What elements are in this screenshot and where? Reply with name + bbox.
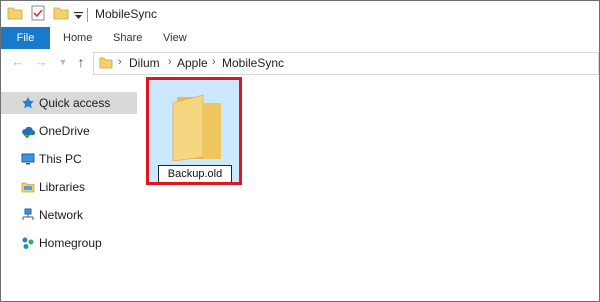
tab-view[interactable]: View <box>163 27 187 49</box>
breadcrumb-dilum[interactable]: Dilum <box>129 56 160 70</box>
explorer-window: MobileSync File Home Share View ← → ▼ ↑ … <box>0 0 600 302</box>
breadcrumb-separator: › <box>212 56 216 68</box>
breadcrumb-mobilesync[interactable]: MobileSync <box>222 56 284 70</box>
address-bar[interactable]: › Dilum › Apple › MobileSync <box>93 52 599 75</box>
folder-icon <box>99 56 113 72</box>
tab-file[interactable]: File <box>1 27 50 49</box>
ribbon-tabs: File Home Share View <box>1 27 599 50</box>
nav-item-network[interactable]: Network <box>1 204 137 226</box>
nav-item-label: OneDrive <box>39 124 90 138</box>
properties-icon[interactable] <box>31 5 45 24</box>
nav-item-label: This PC <box>39 152 82 166</box>
recent-dropdown-icon[interactable]: ▼ <box>56 55 70 69</box>
up-icon[interactable]: ↑ <box>74 55 88 69</box>
nav-item-label: Network <box>39 208 84 222</box>
tab-home[interactable]: Home <box>63 27 92 49</box>
highlight-box <box>146 77 242 185</box>
computer-icon <box>21 152 35 166</box>
libraries-icon <box>21 180 35 194</box>
content-area: Backup.old <box>141 77 599 301</box>
title-bar: MobileSync <box>1 1 599 27</box>
breadcrumb-separator: › <box>168 56 172 68</box>
customize-dropdown-icon[interactable] <box>74 9 83 23</box>
network-icon <box>21 208 35 222</box>
title-separator <box>87 8 88 22</box>
nav-item-onedrive[interactable]: OneDrive <box>1 120 137 142</box>
tab-share[interactable]: Share <box>113 27 142 49</box>
address-row: ← → ▼ ↑ › Dilum › Apple › MobileSync <box>1 49 599 77</box>
homegroup-icon <box>21 236 35 250</box>
breadcrumb-separator: › <box>118 56 122 68</box>
nav-item-homegroup[interactable]: Homegroup <box>1 232 137 254</box>
window-title: MobileSync <box>95 7 158 21</box>
new-folder-icon[interactable] <box>53 6 69 23</box>
folder-icon[interactable] <box>7 6 23 23</box>
back-icon[interactable]: ← <box>11 55 25 69</box>
onedrive-cloud-icon <box>21 124 36 139</box>
nav-item-label: Libraries <box>39 180 86 194</box>
forward-icon[interactable]: → <box>34 55 48 69</box>
breadcrumb-apple[interactable]: Apple <box>177 56 208 70</box>
nav-item-label: Homegroup <box>39 236 102 250</box>
nav-item-this-pc[interactable]: This PC <box>1 148 137 170</box>
nav-item-libraries[interactable]: Libraries <box>1 176 137 198</box>
nav-item-label: Quick access <box>39 96 111 110</box>
navigation-pane: Quick access OneDrive This PC Libraries … <box>1 87 141 301</box>
nav-item-quick-access[interactable]: Quick access <box>1 92 137 114</box>
star-icon <box>21 96 35 110</box>
